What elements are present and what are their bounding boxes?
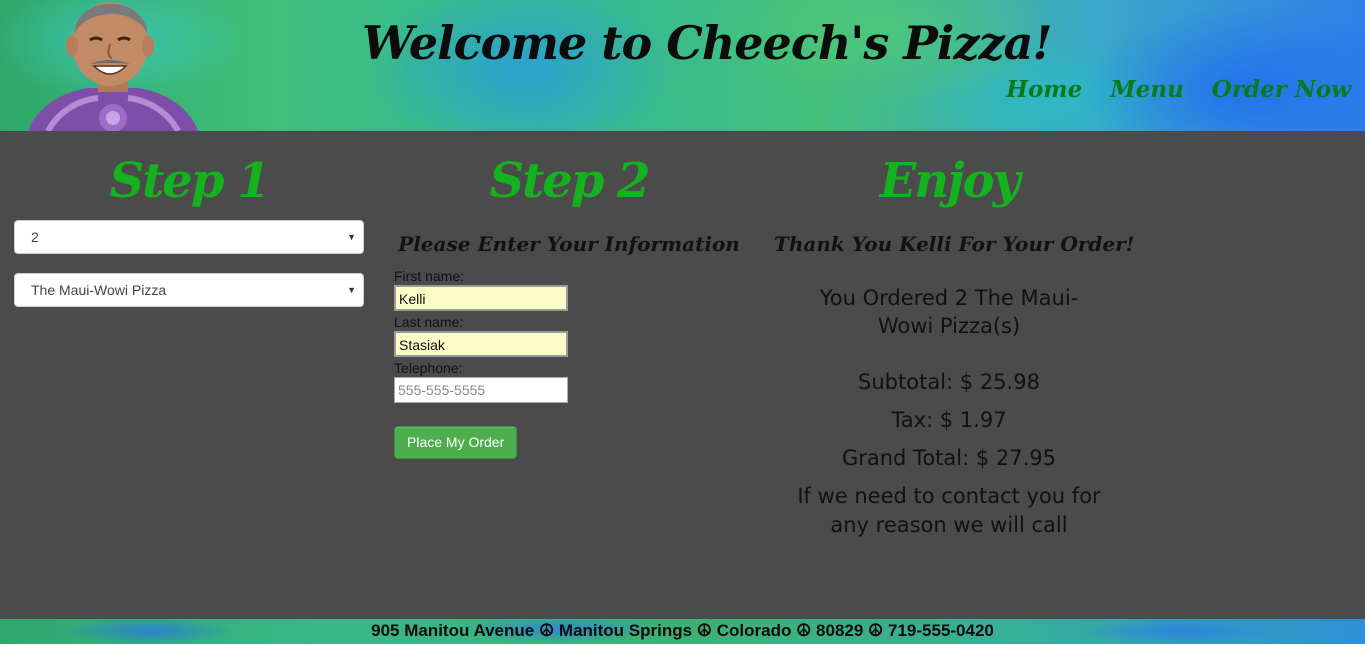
site-header: Welcome to Cheech's Pizza! Home Menu Ord… <box>0 0 1365 131</box>
first-name-label: First name: <box>394 268 465 284</box>
quantity-select[interactable]: 2 ▼ <box>14 220 364 254</box>
first-name-field[interactable]: Kelli <box>394 285 568 311</box>
enjoy-column: Enjoy Thank You Kelli For Your Order! Yo… <box>774 131 1135 540</box>
footer-address: 905 Manitou Avenue ☮ Manitou Springs ☮ C… <box>371 621 994 640</box>
enjoy-heading: Enjoy <box>879 153 1021 209</box>
main-nav: Home Menu Order Now <box>1006 76 1351 103</box>
thank-you-message: Thank You Kelli For Your Order! <box>774 232 1135 256</box>
info-subheading: Please Enter Your Information <box>398 232 740 256</box>
step2-heading: Step 2 <box>489 153 650 209</box>
grand-total-text: Grand Total: $ 27.95 <box>841 446 1057 470</box>
place-order-button[interactable]: Place My Order <box>394 426 518 459</box>
pizza-select[interactable]: The Maui-Wowi Pizza ▼ <box>14 273 364 307</box>
pizza-select-value: The Maui-Wowi Pizza <box>31 282 167 298</box>
contact-notice: If we need to contact you for any reason… <box>797 484 1101 537</box>
quantity-select-value: 2 <box>31 229 39 245</box>
step2-column: Step 2 Please Enter Your Information Fir… <box>394 131 744 459</box>
last-name-label: Last name: <box>394 314 464 330</box>
step1-heading: Step 1 <box>109 153 270 209</box>
telephone-field[interactable]: 555-555-5555 <box>394 377 568 403</box>
nav-link-order-now[interactable]: Order Now <box>1212 76 1351 103</box>
telephone-label: Telephone: <box>394 360 463 376</box>
step1-column: Step 1 2 ▼ The Maui-Wowi Pizza ▼ <box>14 131 364 307</box>
last-name-field[interactable]: Stasiak <box>394 331 568 357</box>
page-title: Welcome to Cheech's Pizza! <box>362 16 1053 70</box>
avatar <box>28 2 198 131</box>
tax-text: Tax: $ 1.97 <box>891 408 1007 432</box>
dropdown-arrow-icon: ▼ <box>347 232 356 242</box>
subtotal-text: Subtotal: $ 25.98 <box>858 370 1040 394</box>
order-panel: Step 1 2 ▼ The Maui-Wowi Pizza ▼ Step 2 … <box>0 131 1365 619</box>
nav-link-menu[interactable]: Menu <box>1110 76 1184 103</box>
site-footer: 905 Manitou Avenue ☮ Manitou Springs ☮ C… <box>0 619 1365 644</box>
order-summary-text: You Ordered 2 The Maui-Wowi Pizza(s) <box>819 286 1079 338</box>
dropdown-arrow-icon: ▼ <box>347 285 356 295</box>
nav-link-home[interactable]: Home <box>1006 76 1082 103</box>
